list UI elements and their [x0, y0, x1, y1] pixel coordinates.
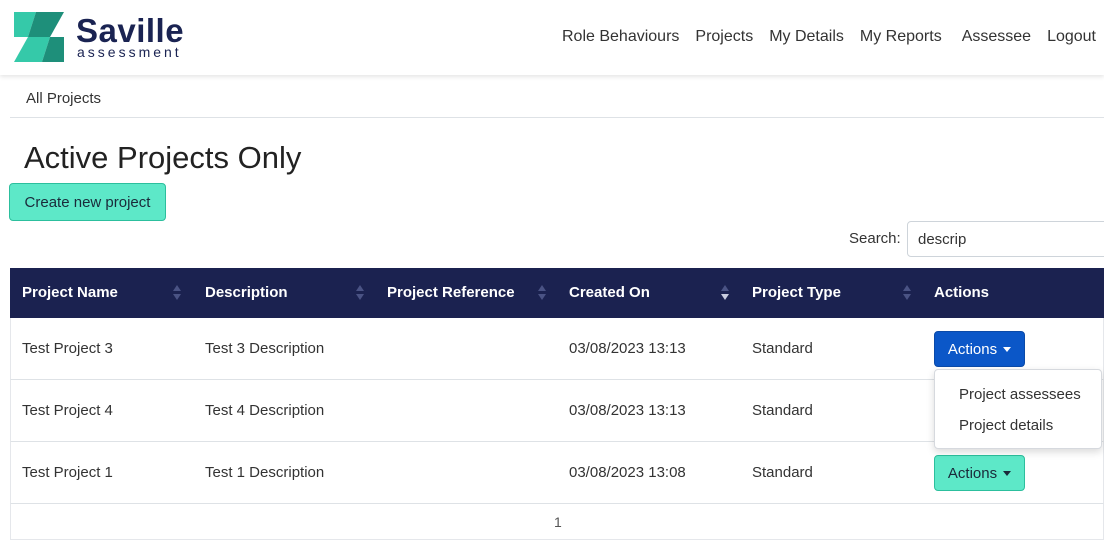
page-number[interactable]: 1: [554, 514, 562, 530]
column-header-created-on[interactable]: Created On: [569, 268, 650, 318]
cell-description: Test 1 Description: [205, 464, 325, 481]
actions-dropdown-button[interactable]: Actions: [934, 331, 1025, 367]
nav-projects[interactable]: Projects: [695, 28, 753, 46]
breadcrumb: All Projects: [10, 82, 1104, 118]
page-title: Active Projects Only: [24, 140, 302, 175]
cell-project-type: Standard: [752, 402, 813, 419]
sort-desc-icon[interactable]: [721, 285, 729, 301]
saville-logo[interactable]: Saville assessment: [14, 12, 184, 64]
cell-created-on: 03/08/2023 13:13: [569, 402, 686, 419]
caret-down-icon: [1003, 346, 1012, 352]
cell-description: Test 3 Description: [205, 340, 325, 357]
nav-role-behaviours[interactable]: Role Behaviours: [562, 28, 679, 46]
column-header-project-type[interactable]: Project Type: [752, 268, 841, 318]
search-label: Search:: [849, 230, 901, 247]
cell-project-type: Standard: [752, 464, 813, 481]
nav-my-reports[interactable]: My Reports: [860, 28, 942, 46]
cell-description: Test 4 Description: [205, 402, 325, 419]
menu-item-project-assessees[interactable]: Project assessees: [959, 386, 1081, 403]
nav-logout[interactable]: Logout: [1047, 28, 1096, 46]
cell-project-type: Standard: [752, 340, 813, 357]
menu-item-project-details[interactable]: Project details: [959, 417, 1053, 434]
actions-dropdown-button[interactable]: Actions: [934, 455, 1025, 491]
column-header-project-reference[interactable]: Project Reference: [387, 268, 515, 318]
cell-project-name: Test Project 4: [22, 402, 113, 419]
actions-button-label: Actions: [947, 464, 998, 482]
sort-icon[interactable]: [173, 285, 181, 301]
actions-button-label: Actions: [947, 340, 998, 358]
table-row: Test Project 1 Test 1 Description 03/08/…: [10, 442, 1104, 504]
cell-project-name: Test Project 3: [22, 340, 113, 357]
column-header-actions: Actions: [934, 284, 990, 301]
search-input[interactable]: [907, 221, 1104, 257]
cell-created-on: 03/08/2023 13:13: [569, 340, 686, 357]
top-header: Saville assessment Role Behaviours Proje…: [0, 0, 1104, 75]
actions-dropdown-menu: Project assessees Project details: [934, 369, 1102, 449]
sort-icon[interactable]: [903, 285, 911, 301]
table-header-row: Project Name Description Project Referen…: [10, 268, 1104, 318]
logo-subtitle: assessment: [77, 44, 182, 60]
sort-icon[interactable]: [356, 285, 364, 301]
main-nav: Role Behaviours Projects My Details My R…: [562, 28, 1096, 46]
sort-icon[interactable]: [538, 285, 546, 301]
caret-down-icon: [1003, 470, 1012, 476]
saville-logo-icon: [14, 12, 64, 62]
create-new-project-button[interactable]: Create new project: [9, 183, 166, 221]
cell-project-name: Test Project 1: [22, 464, 113, 481]
nav-assessee[interactable]: Assessee: [962, 28, 1031, 46]
nav-my-details[interactable]: My Details: [769, 28, 844, 46]
breadcrumb-all-projects[interactable]: All Projects: [26, 90, 101, 107]
logo-wordmark: Saville: [76, 12, 185, 49]
column-header-project-name[interactable]: Project Name: [22, 268, 118, 318]
cell-created-on: 03/08/2023 13:08: [569, 464, 686, 481]
column-header-description[interactable]: Description: [205, 268, 288, 318]
pagination: 1: [10, 504, 1104, 540]
